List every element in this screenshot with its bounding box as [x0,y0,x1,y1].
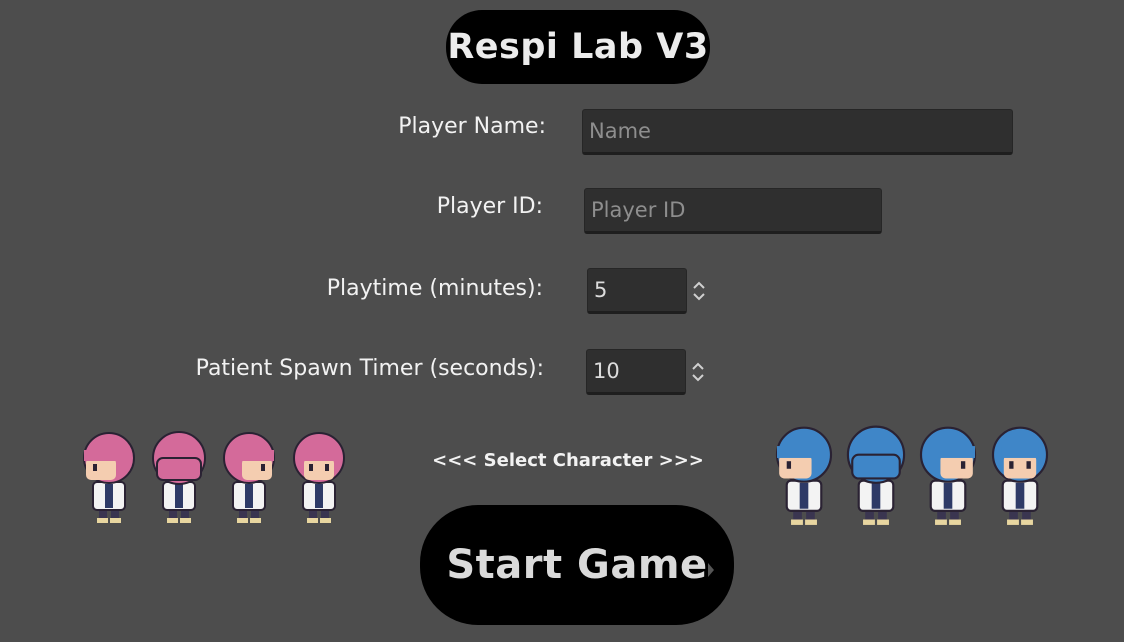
character-selector: <<< Select Character >>> [430,450,706,471]
game-title: Respi Lab V3 [447,27,709,67]
cursor-indicator-icon [708,563,714,577]
pink-character-preview[interactable] [76,424,352,524]
main-menu-screen: Respi Lab V3 Player Name: Player ID: Pla… [0,0,1124,642]
blue-character-preview[interactable] [770,418,1054,526]
character-sprite-right [223,432,275,523]
title-banner: Respi Lab V3 [446,10,710,84]
character-sprite-right [919,426,977,525]
player-id-label: Player ID: [436,194,543,219]
playtime-stepper-arrows[interactable] [692,278,706,304]
select-character-label: Select Character [483,450,653,471]
character-sprite-back [846,425,906,525]
spawn-timer-label: Patient Spawn Timer (seconds): [195,356,544,381]
prev-character-button[interactable]: <<< [432,450,477,471]
spawn-timer-spinbox[interactable] [586,349,686,395]
character-sprite-left [775,426,833,525]
next-character-button[interactable]: >>> [659,450,704,471]
player-name-input[interactable] [582,109,1013,155]
character-sprite-front [991,426,1049,525]
character-sprite-left [83,432,135,523]
character-sprite-back [152,431,206,523]
playtime-spinbox[interactable] [587,268,687,314]
playtime-label: Playtime (minutes): [326,276,543,301]
player-name-label: Player Name: [398,114,546,139]
start-game-label: Start Game [446,542,708,588]
spawn-timer-stepper-arrows[interactable] [691,359,705,385]
player-id-input[interactable] [584,188,882,234]
character-sprite-front [293,432,345,523]
start-game-button[interactable]: Start Game [420,505,734,625]
